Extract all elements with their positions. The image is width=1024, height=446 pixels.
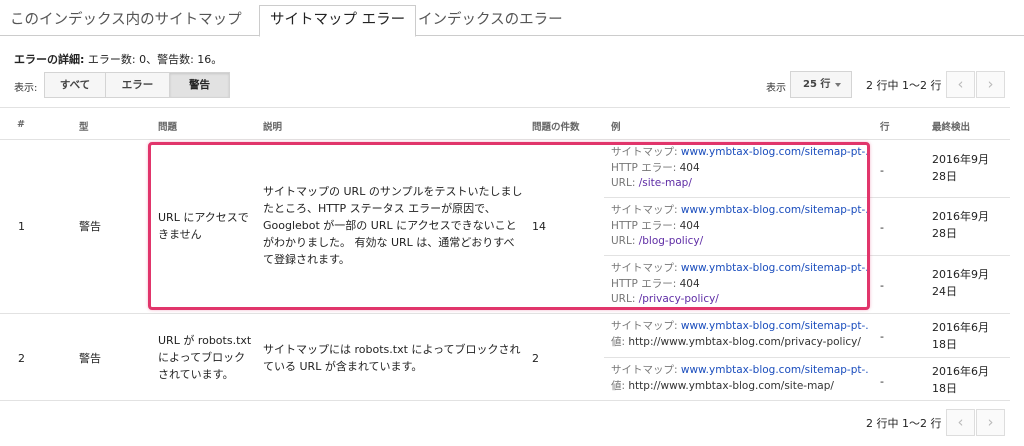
chevron-right-icon: › [987, 75, 994, 93]
filter-errors-button[interactable]: エラー [106, 72, 170, 98]
chevron-left-icon: ‹ [957, 413, 964, 431]
row-last-detected: 2016年6月18日 [932, 365, 989, 395]
sitemap-link[interactable]: www.ymbtax-blog.com/sitemap-pt-... [681, 320, 869, 332]
tab-index-errors[interactable]: インデックスのエラー [408, 6, 573, 36]
rows-per-page-value: 25 行 [803, 79, 831, 90]
filter-segmented-control: すべて エラー 警告 [44, 72, 230, 98]
sitemap-label: サイトマップ: [611, 320, 681, 332]
blocked-url-value: http://www.ymbtax-blog.com/site-map/ [628, 379, 834, 392]
example-item: サイトマップ: www.ymbtax-blog.com/sitemap-pt-.… [611, 363, 869, 394]
row-line: - [880, 279, 884, 292]
row-last-detected: 2016年9月28日 [932, 210, 989, 240]
details-title: エラーの詳細: [14, 53, 85, 66]
row-line: - [880, 330, 884, 343]
col-header-type[interactable]: 型 [79, 119, 89, 133]
row-line: - [880, 221, 884, 234]
col-header-num[interactable]: # [17, 119, 25, 130]
row-line: - [880, 164, 884, 177]
value-label: 値: [611, 379, 629, 392]
sitemap-label: サイトマップ: [611, 364, 681, 376]
row-number: 1 [18, 220, 25, 233]
row-last-detected: 2016年6月18日 [932, 321, 989, 351]
row-last-detected: 2016年9月24日 [932, 268, 989, 298]
prev-page-button-bottom[interactable]: ‹ [946, 409, 975, 436]
col-header-description[interactable]: 説明 [263, 119, 282, 133]
rows-per-page-select[interactable]: 25 行 [790, 71, 852, 98]
chevron-right-icon: › [987, 413, 994, 431]
chevron-left-icon: ‹ [957, 75, 964, 93]
table-header: # 型 問題 説明 問題の件数 例 行 最終検出 [0, 107, 1010, 140]
highlight-box [148, 142, 870, 310]
row-issue-count: 2 [532, 352, 539, 365]
chevron-down-icon [835, 83, 841, 87]
next-page-button-top[interactable]: › [976, 71, 1005, 98]
row-divider [0, 400, 1010, 401]
tab-sitemap-errors[interactable]: サイトマップ エラー [259, 5, 417, 37]
col-header-issue[interactable]: 問題 [158, 119, 177, 133]
value-label: 値: [611, 335, 629, 348]
filter-warnings-button[interactable]: 警告 [170, 72, 230, 98]
blocked-url-value: http://www.ymbtax-blog.com/privacy-polic… [628, 335, 861, 348]
col-header-count[interactable]: 問題の件数 [532, 119, 580, 133]
tab-sitemaps-in-index[interactable]: このインデックス内のサイトマップ [0, 6, 252, 36]
example-item: サイトマップ: www.ymbtax-blog.com/sitemap-pt-.… [611, 319, 869, 350]
col-header-line[interactable]: 行 [880, 119, 890, 133]
col-header-example[interactable]: 例 [611, 119, 621, 133]
error-details-summary: エラーの詳細: エラー数: 0、警告数: 16。 [14, 51, 222, 67]
details-counts: エラー数: 0、警告数: 16。 [84, 53, 223, 66]
rows-per-page-label: 表示 [766, 83, 786, 94]
row-type: 警告 [79, 220, 101, 233]
row-number: 2 [18, 352, 25, 365]
divider [604, 357, 1010, 358]
row-divider [0, 313, 1010, 314]
row-line: - [880, 375, 884, 388]
prev-page-button-top[interactable]: ‹ [946, 71, 975, 98]
sitemap-link[interactable]: www.ymbtax-blog.com/sitemap-pt-... [681, 364, 869, 376]
row-last-detected: 2016年9月28日 [932, 153, 989, 183]
col-header-last-detected[interactable]: 最終検出 [932, 119, 970, 133]
filter-all-button[interactable]: すべて [44, 72, 106, 98]
pagination-range-bottom: 2 行中 1〜2 行 [866, 417, 942, 430]
pagination-range-top: 2 行中 1〜2 行 [866, 79, 942, 92]
row-issue: URL が robots.txt によってブロックされています。 [158, 334, 252, 381]
row-type: 警告 [79, 352, 101, 365]
tab-bar: このインデックス内のサイトマップ サイトマップ エラー インデックスのエラー [0, 0, 1024, 37]
next-page-button-bottom[interactable]: › [976, 409, 1005, 436]
row-description: サイトマップには robots.txt によってブロックされている URL が含… [263, 343, 521, 373]
filter-label: 表示: [14, 83, 38, 94]
